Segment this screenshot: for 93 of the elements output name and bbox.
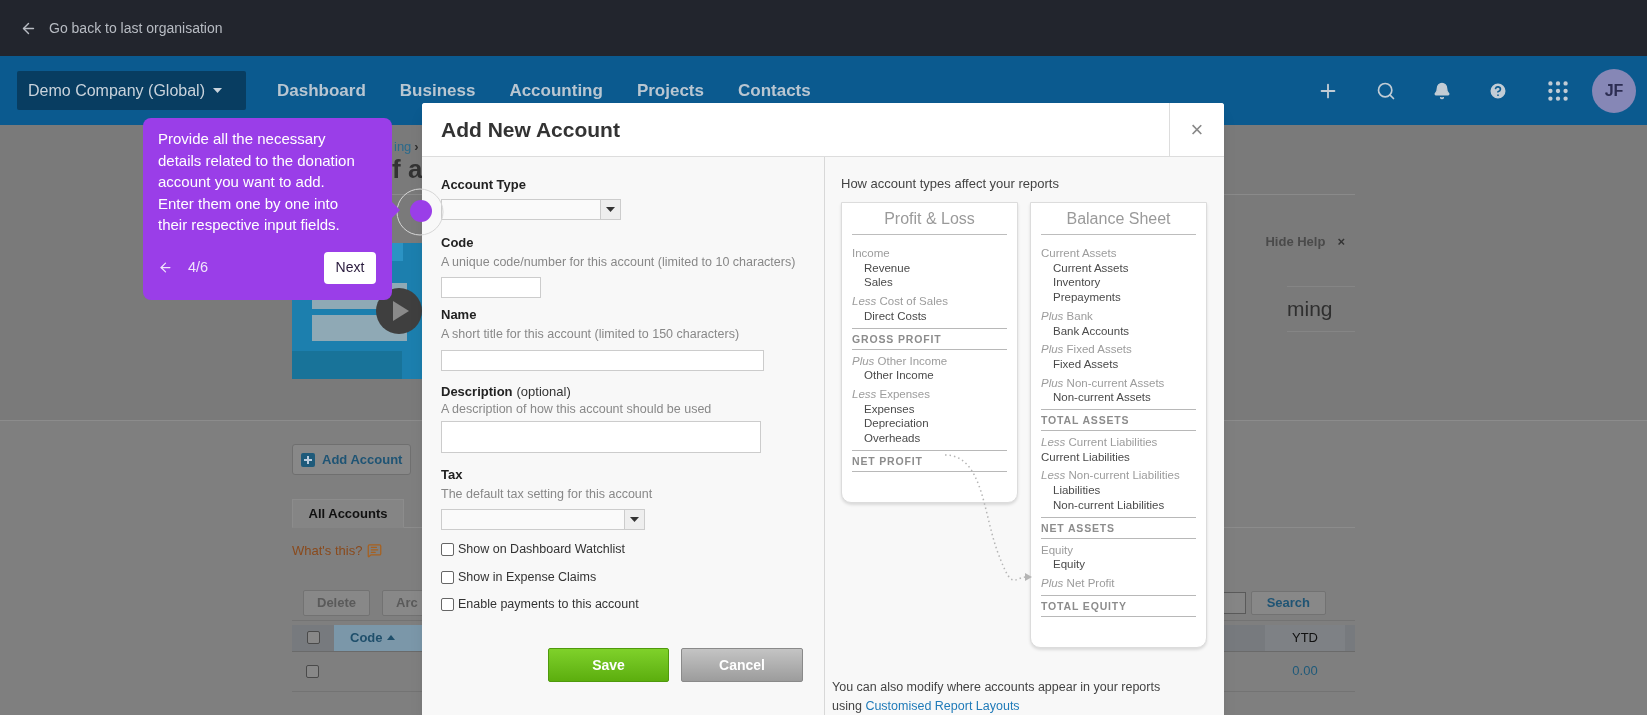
column-header[interactable]: YTD	[1265, 624, 1345, 651]
caret-icon	[606, 207, 615, 212]
report-account-label: Depreciation	[863, 416, 930, 432]
tab[interactable]: All Accounts	[292, 499, 404, 528]
report-group-label: Less Non-current Liabilities	[1041, 468, 1181, 484]
breadcrumb-separator: ›	[414, 139, 419, 155]
checkbox[interactable]	[306, 631, 320, 644]
field-help-text: A short title for this account (limited to 150 characters)	[441, 326, 741, 343]
beacon-icon	[396, 188, 444, 236]
field-help-text: The default tax setting for this account	[441, 486, 654, 503]
tooltip-text: Provide all the necessary details related to the donation account you want to add. Enter them one by one into their respective input fields.	[158, 129, 356, 235]
report-account-label: Non-current Liabilities	[1052, 497, 1166, 513]
field-label: Name	[441, 307, 477, 323]
report-layouts-link[interactable]: Customised Report Layouts	[865, 698, 1020, 713]
user-avatar[interactable]: JF	[1592, 68, 1636, 113]
report-group-label: Equity	[1041, 542, 1074, 558]
dialog-title: Add New Account	[440, 116, 621, 143]
report-title: Profit & Loss	[852, 203, 1007, 235]
report-group-label: Less Current Liabilities	[1041, 435, 1159, 450]
checkbox-label: Enable payments to this account	[458, 595, 639, 613]
select-field[interactable]	[441, 199, 621, 220]
bell-icon[interactable]	[1433, 81, 1451, 100]
organisation-dropdown[interactable]: Demo Company (Global)	[17, 71, 246, 110]
report-account-label: Expenses	[863, 401, 916, 417]
nav-item[interactable]: Business	[399, 77, 476, 104]
field-label: Code	[441, 235, 474, 251]
caret-icon	[630, 517, 639, 522]
cancel-button[interactable]: Cancel	[681, 648, 803, 682]
select-field[interactable]	[441, 509, 645, 530]
next-button[interactable]: Next	[324, 251, 376, 284]
checkbox[interactable]	[305, 664, 319, 678]
step-counter: 4/6	[188, 257, 209, 277]
field-label-note: (optional)	[516, 384, 571, 400]
report-total-label: NET PROFIT	[852, 449, 1007, 472]
report-account-label: Other Income	[863, 368, 935, 383]
search-icon[interactable]	[1376, 80, 1396, 101]
hide-help-close[interactable]: ×	[1337, 232, 1345, 252]
input-field[interactable]	[441, 277, 541, 298]
report-account-label: Non-current Assets	[1052, 390, 1152, 406]
page-title: f a	[392, 155, 424, 183]
nav-item[interactable]: Contacts	[738, 77, 811, 104]
nav-item[interactable]: Accounting	[509, 77, 603, 104]
report-total-label: TOTAL EQUITY	[1041, 594, 1196, 617]
field-label: Tax	[441, 467, 463, 483]
nav-item[interactable]: Dashboard	[277, 77, 366, 104]
report-account-label: Overheads	[863, 431, 922, 446]
report-account-label: Sales	[863, 275, 894, 291]
checkbox[interactable]	[441, 542, 454, 556]
report-total-label: TOTAL ASSETS	[1041, 409, 1196, 432]
report-group-label: Plus Net Profit	[1041, 575, 1116, 591]
report-account-label: Revenue	[863, 260, 912, 276]
nav-item[interactable]: Projects	[636, 77, 704, 104]
report-title: Balance Sheet	[1041, 203, 1196, 235]
report-total-label: GROSS PROFIT	[852, 327, 1007, 350]
report-total-label: NET ASSETS	[1041, 516, 1196, 539]
report-account-label: Equity	[1052, 557, 1086, 572]
field-help-text: A unique code/number for this account (limited to 10 characters)	[441, 254, 797, 271]
back-link[interactable]: Go back to last organisation	[49, 17, 223, 39]
caret-icon	[212, 88, 222, 93]
help-icon[interactable]	[1488, 80, 1508, 101]
help-heading: How account types affect your reports	[841, 176, 1060, 192]
report-account-label: Fixed Assets	[1052, 356, 1120, 372]
plus-square-icon	[301, 452, 315, 467]
report-account-label: Current Assets	[1052, 260, 1130, 276]
report-group-label: Plus Bank	[1041, 308, 1094, 324]
search-button[interactable]: Search	[1250, 591, 1326, 615]
table-cell-text: 0.00	[1291, 662, 1319, 681]
report-group-label: Income	[852, 246, 891, 261]
field-label: Account Type	[441, 177, 526, 193]
report-account-label: Liabilities	[1052, 483, 1102, 498]
checkbox[interactable]	[441, 570, 454, 584]
input-field[interactable]	[441, 350, 764, 371]
help-footer-text: You can also modify where accounts appear in your reports using Customised Report Layouts	[832, 678, 1162, 715]
report-group-label: Current Assets	[1041, 246, 1118, 261]
report-group-label: Plus Fixed Assets	[1041, 342, 1133, 357]
report-group-label: Plus Other Income	[852, 353, 949, 369]
save-button[interactable]: Save	[548, 648, 669, 682]
report-group-label: Less Expenses	[852, 386, 931, 402]
report-account-label: Current Liabilities	[1041, 449, 1131, 465]
checkbox-label: Show on Dashboard Watchlist	[458, 540, 625, 558]
add-account-button[interactable]: Add Account	[292, 444, 412, 475]
checkbox[interactable]	[441, 597, 454, 611]
field-label: Description	[441, 384, 513, 400]
report-account-label: Direct Costs	[863, 308, 928, 324]
field-help-text: A description of how this account should be used	[441, 401, 713, 418]
help-video-title: ming	[1287, 295, 1334, 322]
report-account-label: Inventory	[1052, 275, 1102, 291]
checkbox-label: Show in Expense Claims	[458, 568, 597, 586]
report-account-label: Bank Accounts	[1052, 323, 1131, 339]
report-account-label: Prepayments	[1052, 290, 1122, 305]
report-group-label: Plus Non-current Assets	[1041, 375, 1166, 391]
close-button[interactable]: ×	[1169, 103, 1224, 156]
report-group-label: Less Cost of Sales	[852, 294, 949, 309]
